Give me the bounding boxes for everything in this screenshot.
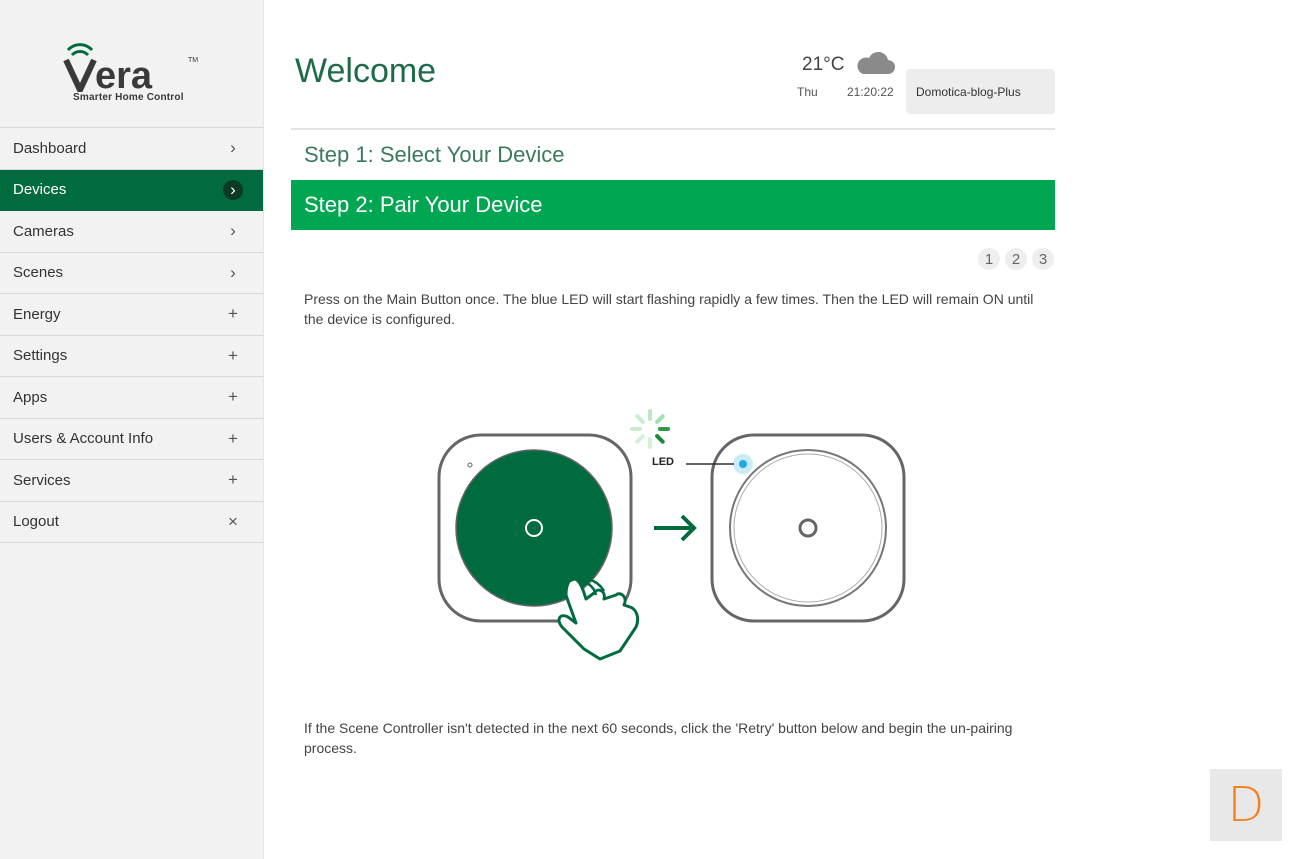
account-selector[interactable]: Domotica-blog-Plus (906, 69, 1055, 114)
led-label: LED (652, 456, 674, 468)
svg-text:era: era (95, 55, 153, 92)
sidebar-item-services[interactable]: Services + (0, 460, 263, 502)
pairing-instructions: Press on the Main Button once. The blue … (304, 291, 1034, 327)
d-badge-button[interactable]: D (1210, 769, 1282, 841)
sidebar-item-devices[interactable]: Devices › (0, 169, 263, 211)
page-1-button[interactable]: 1 (978, 248, 1000, 270)
plus-icon: + (228, 304, 238, 324)
logo-tagline: Smarter Home Control (73, 92, 184, 103)
header-divider (291, 128, 1055, 130)
cloud-icon (857, 51, 895, 74)
weather-day: Thu (797, 85, 818, 99)
spinner-icon (630, 409, 670, 449)
device-led-illustration (686, 433, 906, 623)
close-icon: × (228, 511, 238, 531)
step-2-header: Step 2: Pair Your Device (291, 180, 1055, 230)
plus-icon: + (228, 470, 238, 490)
sidebar-item-label: Scenes (13, 264, 64, 282)
sidebar-item-cameras[interactable]: Cameras › (0, 211, 263, 253)
vera-logo: era TM Smarter Home Control (0, 0, 263, 128)
chevron-right-icon: › (230, 221, 236, 241)
sidebar-item-logout[interactable]: Logout × (0, 502, 263, 543)
chevron-right-icon: › (230, 138, 236, 158)
plus-icon: + (228, 345, 238, 365)
sidebar-item-label: Services (13, 471, 71, 489)
sidebar-item-scenes[interactable]: Scenes › (0, 253, 263, 294)
page-title: Welcome (295, 52, 437, 90)
vera-logo-mark: era TM (63, 43, 198, 92)
page-3-button[interactable]: 3 (1032, 248, 1054, 270)
sidebar: era TM Smarter Home Control Dashboard › De… (0, 0, 264, 859)
step-1-header[interactable]: Step 1: Select Your Device (304, 142, 565, 168)
weather-time: 21:20:22 (847, 85, 894, 99)
sidebar-item-users-account-info[interactable]: Users & Account Info + (0, 419, 263, 460)
sidebar-item-settings[interactable]: Settings + (0, 336, 263, 377)
svg-text:TM: TM (188, 57, 198, 64)
retry-instructions: If the Scene Controller isn't detected i… (304, 720, 1013, 756)
page-2-button[interactable]: 2 (1005, 248, 1027, 270)
sidebar-item-label: Logout (13, 513, 59, 531)
sidebar-item-energy[interactable]: Energy + (0, 294, 263, 336)
plus-icon: + (228, 387, 238, 407)
sidebar-item-label: Devices (13, 181, 67, 199)
sidebar-item-label: Settings (13, 347, 68, 365)
sidebar-nav: Dashboard › Devices › Cameras › Scenes › Energy +… (0, 128, 263, 543)
sidebar-item-label: Energy (13, 305, 61, 323)
chevron-right-icon: › (223, 179, 243, 200)
plus-icon: + (228, 428, 238, 448)
arrow-right-icon (654, 514, 697, 542)
chevron-right-icon: › (230, 262, 236, 282)
weather-temperature: 21°C (802, 54, 845, 75)
sidebar-item-label: Cameras (13, 222, 74, 240)
device-pressed-illustration (437, 433, 640, 661)
wizard-pager: 1 2 3 (978, 248, 1054, 270)
sidebar-item-label: Dashboard (13, 139, 87, 157)
sidebar-item-label: Apps (13, 388, 48, 406)
sidebar-item-dashboard[interactable]: Dashboard › (0, 128, 263, 170)
sidebar-item-apps[interactable]: Apps + (0, 377, 263, 419)
pairing-illustration (437, 409, 906, 661)
sidebar-item-label: Users & Account Info (13, 430, 154, 448)
